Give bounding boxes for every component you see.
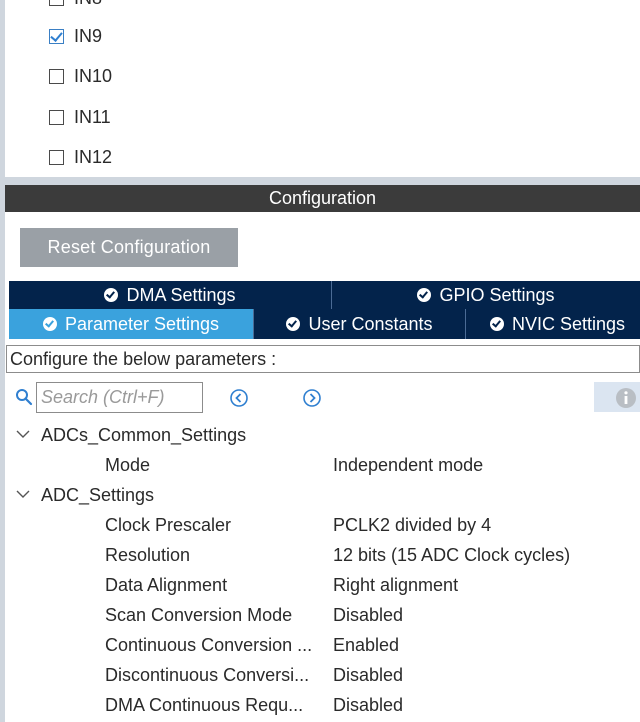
info-icon[interactable] xyxy=(615,387,637,409)
search-icon[interactable] xyxy=(15,388,33,406)
param-value: Independent mode xyxy=(333,455,484,475)
tab-parameter-settings-label: Parameter Settings xyxy=(64,313,220,334)
param-name: Continuous Conversion ... xyxy=(105,635,313,655)
chevron-down-icon[interactable] xyxy=(14,485,32,503)
tree-group-adcs-common-settings[interactable]: ADCs_Common_Settings xyxy=(0,421,640,449)
channel-in11-label: IN11 xyxy=(74,106,111,127)
tab-gpio-settings[interactable]: GPIO Settings xyxy=(332,281,640,309)
chevron-down-icon[interactable] xyxy=(14,425,32,443)
channel-in12-label: IN12 xyxy=(74,146,113,167)
tree-param-row[interactable]: Scan Conversion Mode Disabled xyxy=(0,601,640,629)
check-circle-icon xyxy=(490,317,504,331)
channel-in8-label: IN8 xyxy=(74,0,102,9)
tab-dma-settings[interactable]: DMA Settings xyxy=(9,281,332,309)
param-name: Scan Conversion Mode xyxy=(105,605,293,625)
configure-parameters-caption: Configure the below parameters : xyxy=(6,345,640,373)
configuration-header: Configuration xyxy=(5,185,640,212)
channel-in8-checkbox[interactable] xyxy=(49,0,64,6)
param-value: Enabled xyxy=(333,635,400,655)
tab-user-constants-label: User Constants xyxy=(308,313,433,334)
tree-param-row[interactable]: Data Alignment Right alignment xyxy=(0,571,640,599)
tree-param-row[interactable]: DMA Continuous Requ... Disabled xyxy=(0,691,640,719)
param-name: Data Alignment xyxy=(105,575,228,595)
tree-param-row[interactable]: Clock Prescaler PCLK2 divided by 4 xyxy=(0,511,640,539)
tab-dma-settings-label: DMA Settings xyxy=(126,284,236,305)
channel-in9-label: IN9 xyxy=(74,25,103,46)
channel-in9-checkbox[interactable] xyxy=(49,28,64,44)
channel-list: IN8 IN9 IN10 IN11 IN12 xyxy=(5,0,640,177)
channel-in12-row[interactable]: IN12 xyxy=(49,145,112,169)
check-circle-icon xyxy=(417,288,432,302)
tree-param-row[interactable]: Resolution 12 bits (15 ADC Clock cycles) xyxy=(0,541,640,569)
tree-group-adc-settings[interactable]: ADC_Settings xyxy=(0,481,640,509)
param-name: Clock Prescaler xyxy=(105,515,232,535)
channel-in10-checkbox[interactable] xyxy=(49,68,64,84)
search-input[interactable] xyxy=(36,382,203,413)
tree-param-row[interactable]: Discontinuous Conversi... Disabled xyxy=(0,661,640,689)
channel-in10-row[interactable]: IN10 xyxy=(49,64,112,88)
check-circle-icon xyxy=(104,288,119,302)
tree-group-label: ADCs_Common_Settings xyxy=(41,425,247,445)
channel-in8-row[interactable]: IN8 xyxy=(49,0,102,10)
tab-parameter-settings[interactable]: Parameter Settings xyxy=(9,309,254,339)
param-name: Discontinuous Conversi... xyxy=(105,665,310,685)
param-value: Disabled xyxy=(333,665,404,685)
tab-nvic-settings[interactable]: NVIC Settings xyxy=(466,309,640,339)
param-value: Right alignment xyxy=(333,575,459,595)
channel-in12-checkbox[interactable] xyxy=(49,149,64,165)
param-value: 12 bits (15 ADC Clock cycles) xyxy=(333,545,571,565)
param-name: Mode xyxy=(105,455,151,475)
channel-in11-checkbox[interactable] xyxy=(49,109,64,125)
next-match-icon[interactable] xyxy=(302,388,322,408)
param-name: DMA Continuous Requ... xyxy=(105,695,304,715)
settings-tabs-row-2: Parameter Settings User Constants NVIC S… xyxy=(9,309,640,339)
check-circle-icon xyxy=(286,317,301,331)
reset-configuration-button[interactable]: Reset Configuration xyxy=(20,228,238,267)
param-value: Disabled xyxy=(333,605,404,625)
tab-gpio-settings-label: GPIO Settings xyxy=(439,284,555,305)
tree-group-label: ADC_Settings xyxy=(41,485,155,505)
param-name: Resolution xyxy=(105,545,191,565)
tab-nvic-settings-label: NVIC Settings xyxy=(512,313,626,334)
panel-splitter[interactable] xyxy=(0,177,640,185)
tree-param-row[interactable]: Mode Independent mode xyxy=(0,451,640,479)
tab-user-constants[interactable]: User Constants xyxy=(254,309,466,339)
channel-in10-label: IN10 xyxy=(74,65,113,86)
tree-param-row[interactable]: Continuous Conversion ... Enabled xyxy=(0,631,640,659)
channel-in11-row[interactable]: IN11 xyxy=(49,105,111,129)
previous-match-icon[interactable] xyxy=(229,388,249,408)
param-value: PCLK2 divided by 4 xyxy=(333,515,492,535)
param-value: Disabled xyxy=(333,695,404,715)
settings-tabs-row-1: DMA Settings GPIO Settings xyxy=(9,281,640,309)
check-circle-icon xyxy=(42,317,57,331)
channel-in9-row[interactable]: IN9 xyxy=(49,24,102,48)
